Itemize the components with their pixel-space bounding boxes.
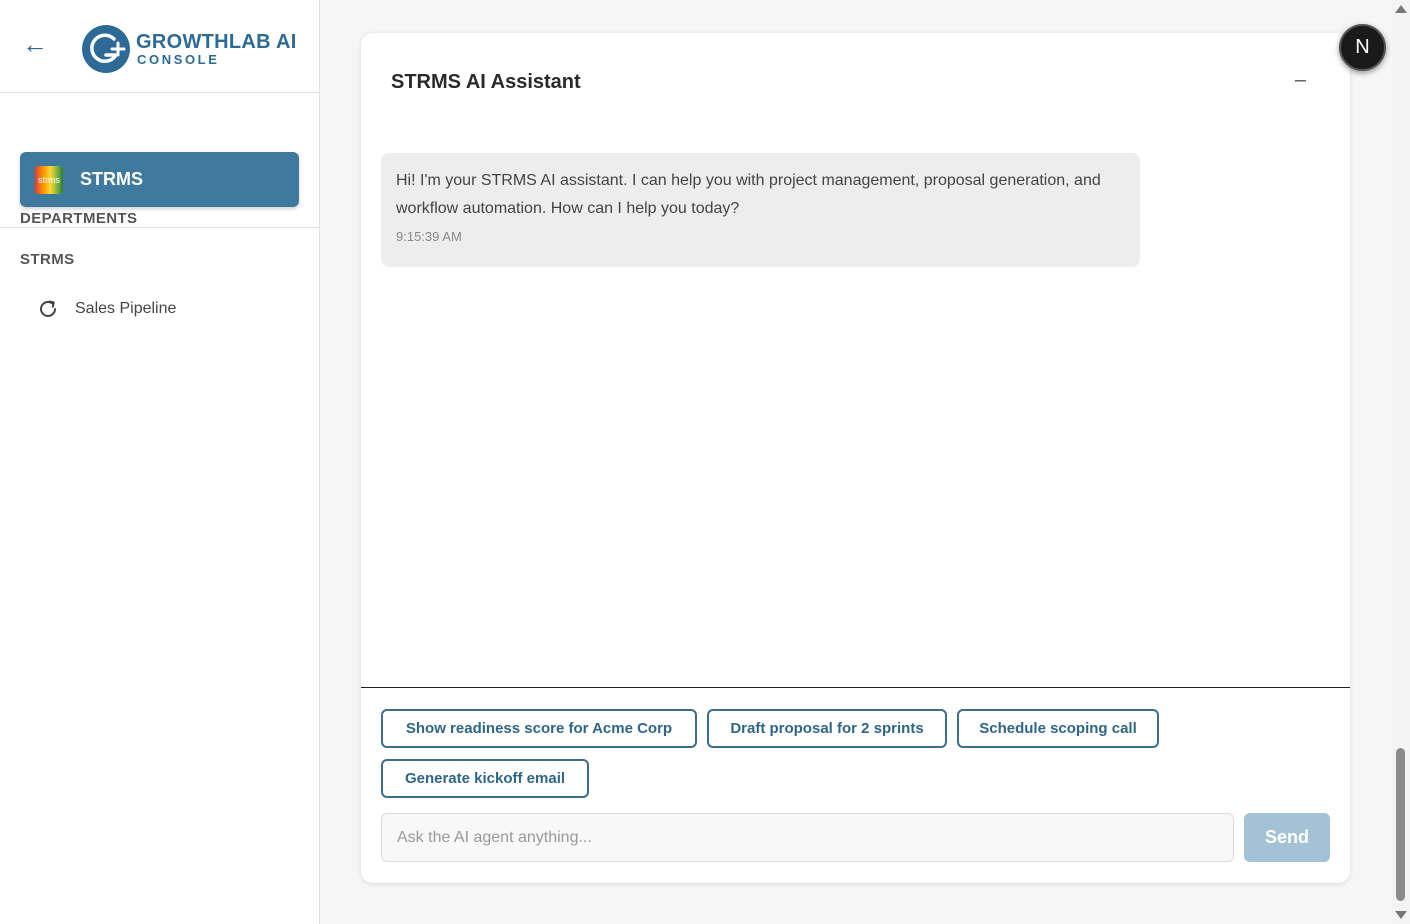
scroll-up-icon[interactable] [1395,5,1407,13]
strms-logo-icon: strms [35,165,63,194]
chat-header: STRMS AI Assistant – [361,33,1350,133]
logo-subtitle: CONSOLE [137,52,220,67]
message-text: Hi! I'm your STRMS AI assistant. I can h… [396,172,1101,217]
department-strms-button[interactable]: strms STRMS [20,152,299,207]
assistant-message: Hi! I'm your STRMS AI assistant. I can h… [381,153,1140,267]
user-avatar[interactable]: N [1339,24,1386,71]
chat-panel: STRMS AI Assistant – Hi! I'm your STRMS … [361,33,1350,883]
departments-section: DEPARTMENTS strms STRMS [0,93,319,228]
growthlab-logo-icon [82,25,130,73]
suggestion-chip[interactable]: Schedule scoping call [957,709,1159,748]
app-logo: GROWTHLAB AI CONSOLE [82,25,297,73]
departments-title: DEPARTMENTS [20,210,138,227]
minimize-button[interactable]: – [1295,69,1306,92]
sidebar-item-sales-pipeline[interactable]: Sales Pipeline [20,291,299,327]
strms-section-title: STRMS [20,251,75,268]
suggestion-chip[interactable]: Show readiness score for Acme Corp [381,709,697,748]
message-timestamp: 9:15:39 AM [396,229,462,244]
sidebar-item-label: Sales Pipeline [75,300,177,317]
department-label: STRMS [80,169,143,189]
chat-title: STRMS AI Assistant [391,71,581,93]
chat-input[interactable] [381,813,1234,862]
suggestion-chip[interactable]: Draft proposal for 2 sprints [707,709,947,748]
sidebar: ← GROWTHLAB AI CONSOLE DEPARTMENTS strms… [0,0,320,924]
chat-divider [361,687,1350,688]
refresh-icon [35,296,61,322]
back-arrow-icon[interactable]: ← [22,30,50,58]
scrollbar-thumb[interactable] [1396,748,1405,901]
suggestion-chip[interactable]: Generate kickoff email [381,759,589,798]
scrollbar[interactable] [1392,0,1410,924]
send-button[interactable]: Send [1244,813,1330,862]
logo-title: GROWTHLAB AI [136,31,297,53]
scroll-down-icon[interactable] [1395,911,1407,919]
sidebar-header: ← GROWTHLAB AI CONSOLE [0,0,319,93]
